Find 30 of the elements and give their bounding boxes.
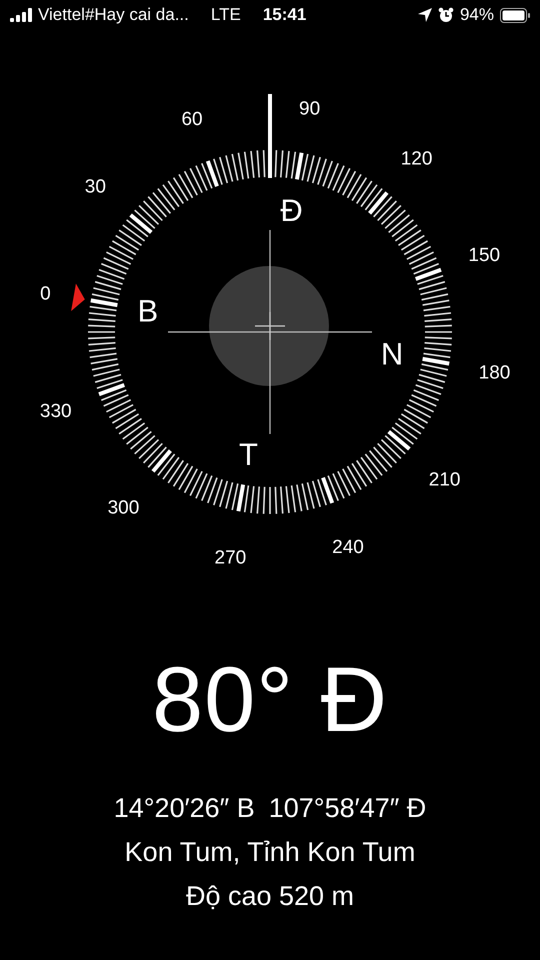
alarm-clock-icon bbox=[438, 7, 454, 23]
degree-label: 270 bbox=[214, 548, 246, 569]
longitude: 107°58′47″ Đ bbox=[268, 792, 426, 825]
cardinal-letter: B bbox=[138, 293, 158, 328]
latitude: 14°20′26″ B bbox=[114, 792, 255, 825]
degree-label: 90 bbox=[299, 98, 320, 120]
degree-label: 240 bbox=[332, 537, 364, 558]
cardinal-letter: N bbox=[380, 336, 404, 372]
place-name: Kon Tum, Tỉnh Kon Tum bbox=[124, 836, 416, 869]
altitude: Độ cao 520 m bbox=[186, 880, 354, 913]
degree-label: 30 bbox=[84, 176, 106, 198]
degree-label: 300 bbox=[108, 498, 140, 519]
degree-label: 210 bbox=[428, 470, 460, 491]
clock-time: 15:41 bbox=[262, 5, 306, 25]
location-arrow-icon bbox=[418, 8, 432, 22]
heading-reading: 80° Đ bbox=[152, 650, 388, 750]
degree-label: 150 bbox=[468, 245, 500, 266]
signal-icon bbox=[10, 8, 32, 22]
degree-label: 60 bbox=[181, 108, 203, 130]
degree-label: 120 bbox=[400, 148, 432, 170]
degree-label: 0 bbox=[40, 283, 51, 304]
carrier-name: Viettel#Hay cai da... bbox=[38, 5, 189, 25]
cardinal-letter: T bbox=[239, 437, 258, 472]
degree-label: 180 bbox=[478, 362, 510, 384]
north-marker-icon bbox=[71, 284, 85, 312]
network-type: LTE bbox=[210, 5, 241, 25]
battery-icon bbox=[500, 8, 530, 22]
degree-label: 330 bbox=[40, 400, 72, 422]
cardinal-letter: Đ bbox=[280, 192, 303, 228]
battery-percent: 94% bbox=[460, 5, 494, 25]
